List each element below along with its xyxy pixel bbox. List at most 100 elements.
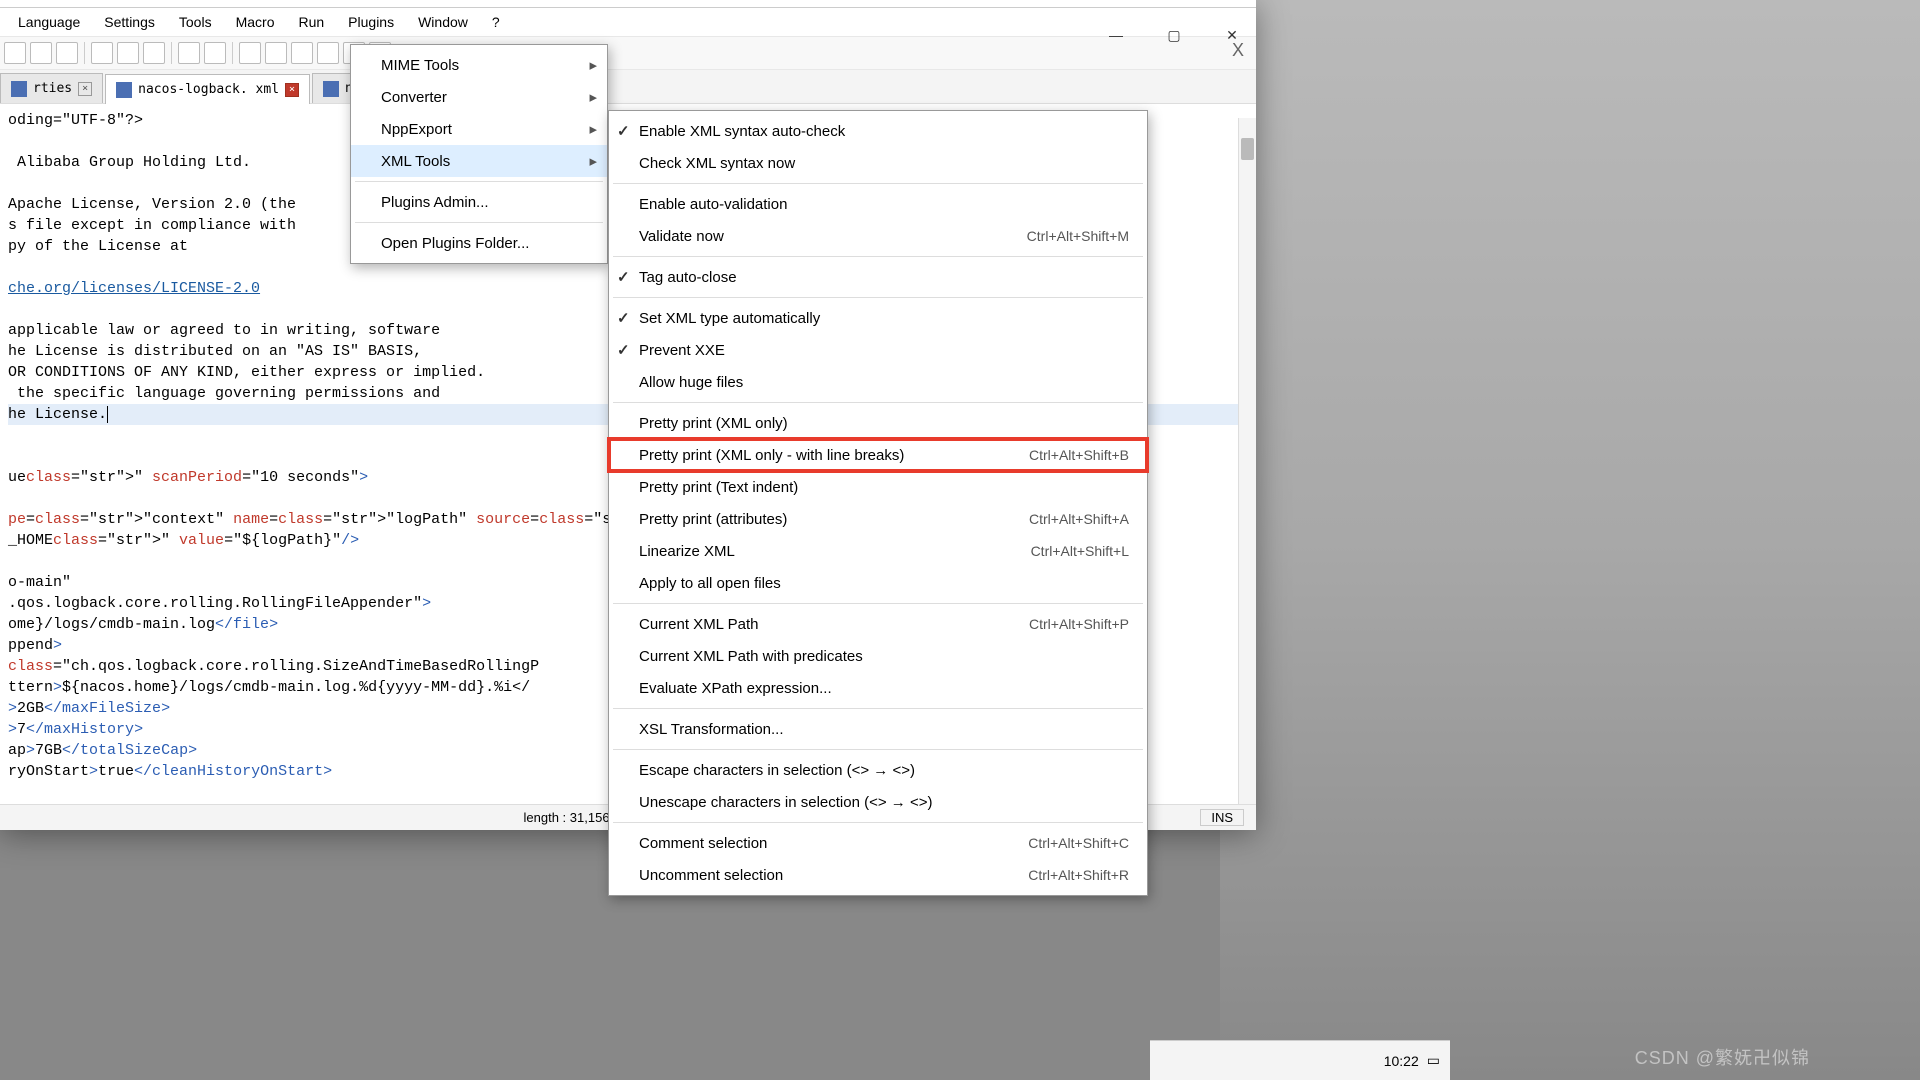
- toolbar-indent-icon[interactable]: [317, 42, 339, 64]
- check-icon: ✓: [617, 122, 630, 140]
- check-icon: ✓: [617, 268, 630, 286]
- menu-item[interactable]: Linearize XMLCtrl+Alt+Shift+L: [609, 535, 1147, 567]
- menu-tools[interactable]: Tools: [167, 12, 224, 32]
- toolbar-paste-icon[interactable]: [143, 42, 165, 64]
- toolbar-redo-icon[interactable]: [204, 42, 226, 64]
- menu-item-label: Converter: [381, 89, 447, 106]
- toolbar-save-icon[interactable]: [56, 42, 78, 64]
- menu-item-label: Tag auto-close: [639, 269, 737, 286]
- tray-time: 10:22: [1384, 1053, 1419, 1069]
- menu-item-label: Allow huge files: [639, 374, 743, 391]
- menu-shortcut: Ctrl+Alt+Shift+R: [988, 867, 1129, 883]
- toolbar-copy-icon[interactable]: [117, 42, 139, 64]
- menu-item-label: NppExport: [381, 121, 452, 138]
- menu-item-label: Plugins Admin...: [381, 194, 489, 211]
- maximize-button[interactable]: ▢: [1154, 20, 1194, 50]
- menu-item[interactable]: Open Plugins Folder...: [351, 227, 607, 259]
- menu-item[interactable]: Check XML syntax now: [609, 147, 1147, 179]
- submenu-arrow-icon: ▸: [589, 88, 597, 106]
- submenu-arrow-icon: ▸: [589, 120, 597, 138]
- menu-item-label: Pretty print (XML only - with line break…: [639, 447, 904, 464]
- menu-item[interactable]: ✓ Enable XML syntax auto-check: [609, 115, 1147, 147]
- menu-separator: [355, 222, 603, 223]
- menu-separator: [613, 749, 1143, 750]
- toolbar: [0, 36, 1256, 70]
- menu-item[interactable]: Pretty print (attributes) Ctrl+Alt+Shift+…: [609, 503, 1147, 535]
- menu-?[interactable]: ?: [480, 12, 512, 32]
- menu-item[interactable]: XML Tools▸: [351, 145, 607, 177]
- menu-item[interactable]: Apply to all open files: [609, 567, 1147, 599]
- menu-window[interactable]: Window: [406, 12, 480, 32]
- document-tab[interactable]: nacos-logback. xml ×: [105, 74, 310, 104]
- menu-item[interactable]: Uncomment selection Ctrl+Alt+Shift+R: [609, 859, 1147, 891]
- toolbar-wordwrap-icon[interactable]: [265, 42, 287, 64]
- menu-settings[interactable]: Settings: [92, 12, 167, 32]
- menu-shortcut: Ctrl+Alt+Shift+A: [989, 511, 1129, 527]
- menu-item-label: Pretty print (attributes): [639, 511, 787, 528]
- menu-item[interactable]: ✓Set XML type automatically: [609, 302, 1147, 334]
- menu-separator: [613, 402, 1143, 403]
- status-insert-mode[interactable]: INS: [1200, 809, 1244, 826]
- menu-item[interactable]: Allow huge files: [609, 366, 1147, 398]
- menu-item[interactable]: Comment selectionCtrl+Alt+Shift+C: [609, 827, 1147, 859]
- desk-background: [1220, 0, 1920, 1080]
- menu-item[interactable]: Current XML Path with predicates: [609, 640, 1147, 672]
- menu-item-label: Check XML syntax now: [639, 155, 795, 172]
- minimize-button[interactable]: —: [1096, 20, 1136, 50]
- file-icon: [116, 82, 132, 98]
- menu-item[interactable]: ✓Prevent XXE: [609, 334, 1147, 366]
- menu-item[interactable]: Enable auto-validation: [609, 188, 1147, 220]
- menu-item-label: MIME Tools: [381, 57, 459, 74]
- menu-item[interactable]: Plugins Admin...: [351, 186, 607, 218]
- vertical-scrollbar[interactable]: [1238, 118, 1256, 804]
- menu-item-label: Unescape characters in selection (<> → <…: [639, 794, 932, 811]
- menu-item[interactable]: Evaluate XPath expression...: [609, 672, 1147, 704]
- menu-item[interactable]: Converter ▸: [351, 81, 607, 113]
- menu-item-label: Validate now: [639, 228, 724, 245]
- banner-close-icon[interactable]: X: [1232, 40, 1244, 61]
- menu-item-label: Prevent XXE: [639, 342, 725, 359]
- menu-item[interactable]: NppExport ▸: [351, 113, 607, 145]
- toolbar-new-icon[interactable]: [4, 42, 26, 64]
- menu-item-label: Set XML type automatically: [639, 310, 820, 327]
- menu-item-label: Evaluate XPath expression...: [639, 680, 832, 697]
- menu-item-label: Enable auto-validation: [639, 196, 787, 213]
- menu-item[interactable]: Validate nowCtrl+Alt+Shift+M: [609, 220, 1147, 252]
- scrollbar-thumb[interactable]: [1241, 138, 1254, 160]
- menu-item-label: Open Plugins Folder...: [381, 235, 529, 252]
- menu-item[interactable]: MIME Tools▸: [351, 49, 607, 81]
- plugins-menu: MIME Tools▸Converter▸NppExport▸XML Tools…: [350, 44, 608, 264]
- menu-item-label: Uncomment selection: [639, 867, 783, 884]
- tab-close-icon[interactable]: ×: [285, 83, 299, 97]
- menu-item[interactable]: Current XML PathCtrl+Alt+Shift+P: [609, 608, 1147, 640]
- toolbar-open-icon[interactable]: [30, 42, 52, 64]
- menu-item-label: Pretty print (XML only): [639, 415, 788, 432]
- toolbar-cut-icon[interactable]: [91, 42, 113, 64]
- menu-item-label: Enable XML syntax auto-check: [639, 123, 845, 140]
- menu-item[interactable]: Pretty print (XML only): [609, 407, 1147, 439]
- toolbar-showall-icon[interactable]: [291, 42, 313, 64]
- menu-plugins[interactable]: Plugins: [336, 12, 406, 32]
- window-controls: — ▢ ✕: [1096, 20, 1252, 50]
- toolbar-separator: [84, 42, 85, 64]
- submenu-arrow-icon: ▸: [589, 152, 597, 170]
- menu-item[interactable]: ✓ Tag auto-close: [609, 261, 1147, 293]
- menu-item[interactable]: Escape characters in selection (<> → <>): [609, 754, 1147, 786]
- menu-language[interactable]: Language: [6, 12, 92, 32]
- toolbar-separator: [232, 42, 233, 64]
- menu-item-label: Comment selection: [639, 835, 767, 852]
- document-tab[interactable]: rties×: [0, 73, 103, 103]
- menu-separator: [355, 181, 603, 182]
- tab-label: nacos-logback. xml: [138, 82, 279, 97]
- menu-macro[interactable]: Macro: [224, 12, 287, 32]
- tab-close-icon[interactable]: ×: [78, 82, 92, 96]
- toolbar-find-icon[interactable]: [239, 42, 261, 64]
- tray-notification-icon[interactable]: ▭: [1427, 1052, 1440, 1069]
- menu-item[interactable]: Pretty print (XML only - with line break…: [609, 439, 1147, 471]
- menu-item[interactable]: Unescape characters in selection (<> → <…: [609, 786, 1147, 818]
- toolbar-undo-icon[interactable]: [178, 42, 200, 64]
- menu-run[interactable]: Run: [286, 12, 336, 32]
- menu-item[interactable]: XSL Transformation...: [609, 713, 1147, 745]
- menu-item[interactable]: Pretty print (Text indent): [609, 471, 1147, 503]
- menubar: LanguageSettingsToolsMacroRunPluginsWind…: [0, 8, 1256, 36]
